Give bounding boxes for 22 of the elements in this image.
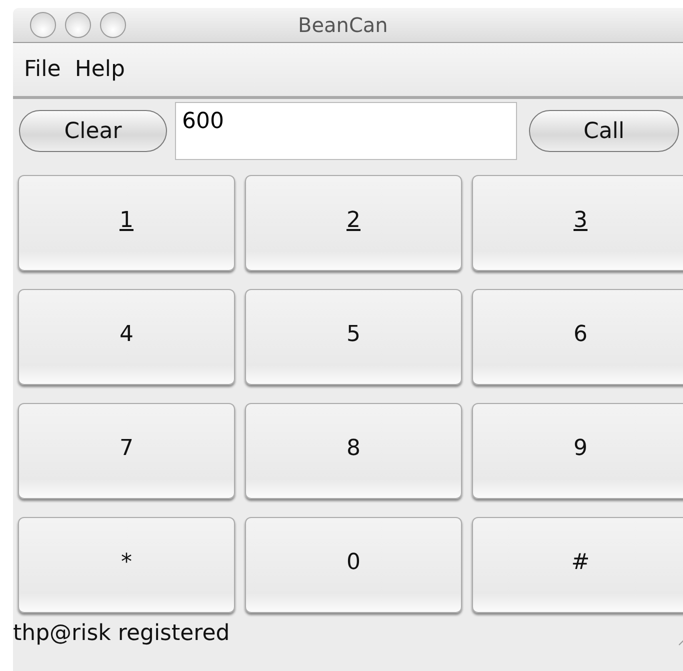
keypad-key[interactable]: 1 — [18, 175, 235, 271]
menu-item[interactable]: File — [24, 57, 61, 82]
minimize-button[interactable] — [65, 12, 91, 38]
close-button[interactable] — [30, 12, 56, 38]
keypad-key[interactable]: 3 — [472, 175, 683, 271]
keypad-key[interactable]: 7 — [18, 403, 235, 499]
keypad-key[interactable]: 9 — [472, 403, 683, 499]
keypad-key[interactable]: 0 — [245, 517, 462, 613]
menu-item[interactable]: Help — [74, 57, 125, 82]
number-field[interactable]: 600 — [175, 102, 517, 160]
keypad-key[interactable]: 4 — [18, 289, 235, 385]
call-button[interactable]: Call — [529, 110, 679, 152]
keypad-key[interactable]: 6 — [472, 289, 683, 385]
zoom-button[interactable] — [100, 12, 126, 38]
keypad-key[interactable]: * — [18, 517, 235, 613]
keypad-key[interactable]: 2 — [245, 175, 462, 271]
status-text: thp@risk registered — [13, 621, 230, 646]
keypad-key[interactable]: 8 — [245, 403, 462, 499]
clear-button[interactable]: Clear — [19, 110, 167, 152]
window-title: BeanCan — [298, 13, 388, 37]
keypad-key[interactable]: 5 — [245, 289, 462, 385]
keypad-key[interactable]: # — [472, 517, 683, 613]
